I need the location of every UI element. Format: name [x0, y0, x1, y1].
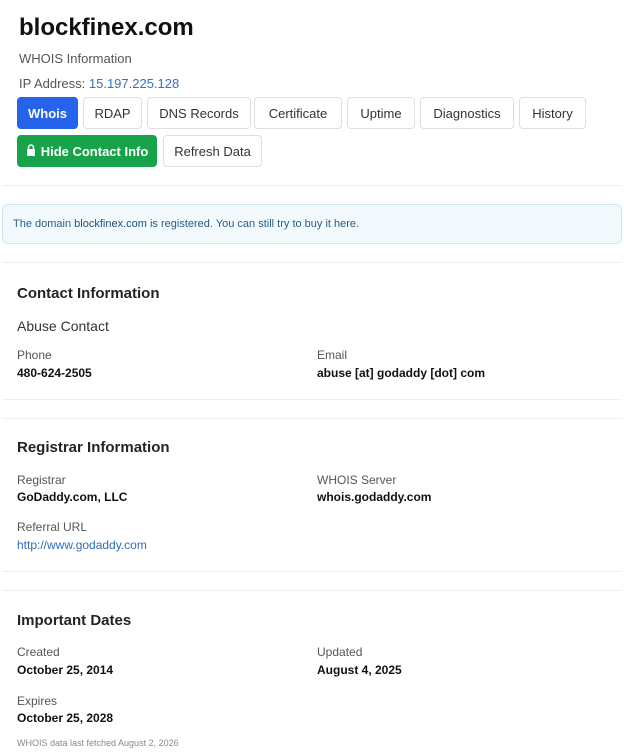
referral-url-link[interactable]: http://www.godaddy.com: [17, 538, 147, 552]
registrar-value: GoDaddy.com, LLC: [17, 490, 128, 504]
header-card: blockfinex.com WHOIS Information IP Addr…: [2, 0, 622, 186]
contact-title: Contact Information: [17, 285, 160, 302]
alert-prefix: The domain: [13, 218, 72, 230]
created-label: Created: [17, 645, 60, 659]
registration-alert: The domain blockfinex.com is registered.…: [2, 204, 622, 244]
dates-title: Important Dates: [17, 612, 132, 629]
tab-whois[interactable]: Whois: [17, 97, 78, 129]
fetched-timestamp: WHOIS data last fetched August 2, 2026: [17, 738, 179, 748]
abuse-contact-heading: Abuse Contact: [17, 318, 109, 334]
tab-diagnostics[interactable]: Diagnostics: [420, 97, 514, 129]
page-subtitle: WHOIS Information: [19, 51, 132, 66]
expires-value: October 25, 2028: [17, 711, 114, 725]
page-title: blockfinex.com: [19, 14, 194, 41]
hide-contact-button[interactable]: Hide Contact Info: [17, 135, 157, 167]
tab-history[interactable]: History: [519, 97, 586, 129]
alert-text: is registered. You can still try to buy …: [149, 218, 331, 230]
tab-uptime[interactable]: Uptime: [347, 97, 415, 129]
expires-label: Expires: [17, 694, 58, 708]
alert-domain: blockfinex.com: [74, 218, 147, 230]
buy-domain-link[interactable]: here: [334, 218, 356, 230]
whois-server-value: whois.godaddy.com: [317, 490, 432, 504]
email-label: Email: [317, 348, 348, 362]
phone-value: 480-624-2505: [17, 366, 92, 380]
dates-section: Important Dates Created October 25, 2014…: [2, 590, 622, 734]
whois-server-label: WHOIS Server: [317, 473, 397, 487]
referral-url-label: Referral URL: [17, 520, 88, 534]
tab-certificate[interactable]: Certificate: [254, 97, 342, 129]
contact-section: Contact Information Abuse Contact Phone …: [2, 262, 622, 400]
tab-rdap[interactable]: RDAP: [83, 97, 142, 129]
created-value: October 25, 2014: [17, 663, 114, 677]
hide-contact-label: Hide Contact Info: [40, 143, 149, 159]
updated-value: August 4, 2025: [317, 663, 402, 677]
refresh-data-button[interactable]: Refresh Data: [163, 135, 262, 167]
registrar-section: Registrar Information Registrar GoDaddy.…: [2, 418, 622, 572]
phone-label: Phone: [17, 348, 52, 362]
lock-icon: [26, 143, 36, 159]
tab-dns-records[interactable]: DNS Records: [147, 97, 251, 129]
updated-label: Updated: [317, 645, 363, 659]
ip-value: 15.197.225.128: [88, 76, 180, 91]
registrar-label: Registrar: [17, 473, 66, 487]
ip-label: IP Address:: [19, 76, 86, 91]
ip-address: IP Address: 15.197.225.128: [19, 76, 179, 91]
registrar-title: Registrar Information: [17, 439, 170, 456]
email-value: abuse [at] godaddy [dot] com: [317, 366, 485, 380]
alert-suffix: .: [356, 218, 360, 230]
